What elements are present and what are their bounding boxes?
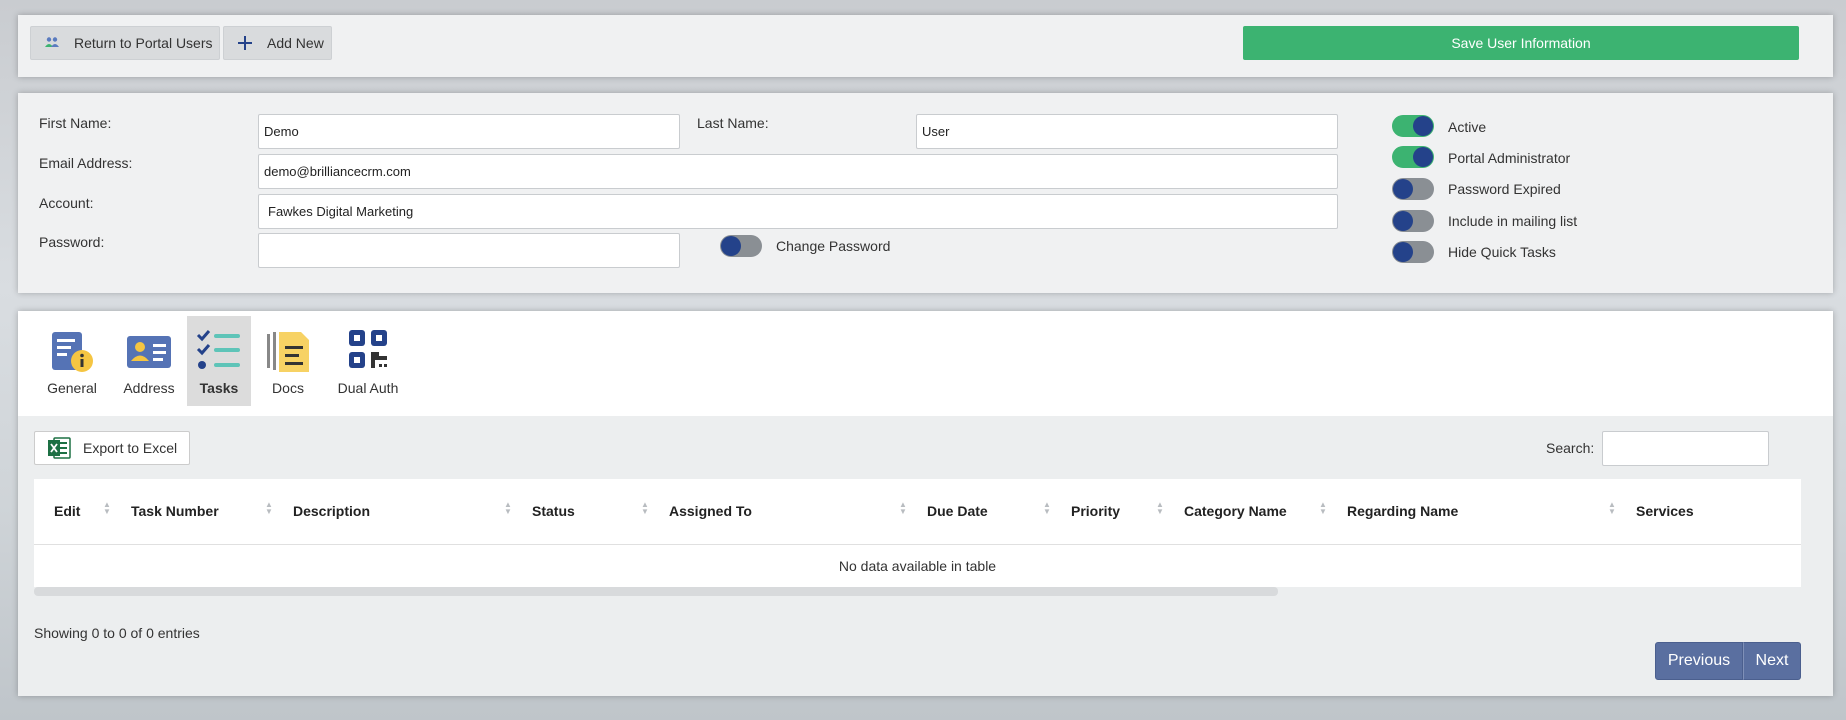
password-label: Password: [39, 234, 105, 250]
tab-docs[interactable]: Docs [256, 316, 320, 406]
portal-administrator-label: Portal Administrator [1448, 150, 1571, 166]
search-input[interactable] [1602, 431, 1769, 466]
column-header-due-date[interactable]: Due Date ▲ ▼ [907, 479, 1051, 545]
hide-quick-tasks-label: Hide Quick Tasks [1448, 244, 1556, 260]
password-expired-toggle[interactable] [1392, 178, 1434, 200]
sort-icon: ▲ ▼ [1608, 500, 1616, 516]
tasks-tab-content: Export to Excel Search: Edit ▲ ▼ Task Numb… [18, 416, 1833, 696]
previous-page-button[interactable]: Previous [1655, 642, 1743, 680]
toggle-knob [1393, 211, 1413, 231]
toggle-knob [1413, 116, 1433, 136]
account-input[interactable]: Fawkes Digital Marketing [258, 194, 1338, 229]
hide-quick-tasks-toggle[interactable] [1392, 241, 1434, 263]
table-info: Showing 0 to 0 of 0 entries [34, 625, 200, 641]
toggle-knob [1413, 147, 1433, 167]
tab-docs-label: Docs [272, 380, 304, 396]
sort-icon: ▲ ▼ [641, 500, 649, 516]
return-label: Return to Portal Users [74, 35, 213, 51]
export-to-excel-button[interactable]: Export to Excel [34, 431, 190, 465]
top-toolbar: Return to Portal Users Add New Save User… [18, 15, 1833, 77]
last-name-input[interactable]: User [916, 114, 1338, 149]
add-new-label: Add New [267, 35, 324, 51]
tab-tasks[interactable]: Tasks [187, 316, 251, 406]
empty-table-message: No data available in table [838, 557, 997, 574]
last-name-label: Last Name: [697, 115, 769, 131]
password-expired-label: Password Expired [1448, 181, 1561, 197]
include-in-mailing-list-label: Include in mailing list [1448, 213, 1578, 229]
toggle-knob [721, 236, 741, 256]
general-info-icon [52, 332, 93, 372]
include-in-mailing-list-toggle[interactable] [1392, 210, 1434, 232]
toggle-knob [1393, 179, 1413, 199]
tasks-table: Edit ▲ ▼ Task Number ▲ ▼ Description ▲ ▼ Statu… [34, 479, 1801, 587]
column-label: Priority [1071, 503, 1121, 520]
address-card-icon [127, 336, 171, 368]
tab-dual-auth-label: Dual Auth [337, 380, 399, 396]
account-label: Account: [39, 195, 94, 211]
change-password-toggle[interactable] [720, 235, 762, 257]
column-header-priority[interactable]: Priority ▲ ▼ [1051, 479, 1164, 545]
sort-icon: ▲ ▼ [504, 500, 512, 516]
detail-tabs-panel: General Address Tasks Docs Dual Auth Exp… [18, 311, 1833, 696]
sort-icon: ▲ ▼ [1156, 500, 1164, 516]
tab-bar: General Address Tasks Docs Dual Auth [18, 311, 1833, 416]
column-label: Status [532, 503, 575, 520]
column-header-task-number[interactable]: Task Number ▲ ▼ [111, 479, 273, 545]
column-header-status[interactable]: Status ▲ ▼ [512, 479, 649, 545]
column-label: Regarding Name [1347, 503, 1459, 520]
portal-administrator-toggle[interactable] [1392, 146, 1434, 168]
table-header-row: Edit ▲ ▼ Task Number ▲ ▼ Description ▲ ▼ Statu… [34, 479, 1801, 545]
column-header-category-name[interactable]: Category Name ▲ ▼ [1164, 479, 1327, 545]
plus-icon [236, 34, 254, 52]
save-user-information-button[interactable]: Save User Information [1243, 26, 1799, 60]
return-to-portal-users-button[interactable]: Return to Portal Users [30, 26, 220, 60]
column-label: Services [1636, 503, 1694, 520]
pagination: Previous Next [1655, 642, 1801, 680]
excel-icon [48, 437, 71, 459]
users-icon [43, 34, 61, 52]
tab-address-label: Address [123, 380, 175, 396]
horizontal-scrollbar[interactable] [34, 587, 1278, 596]
add-new-button[interactable]: Add New [223, 26, 332, 60]
search-label: Search: [1546, 440, 1595, 456]
sort-icon: ▲ ▼ [899, 500, 907, 516]
user-form: First Name: Demo Last Name: User Email A… [18, 93, 1833, 293]
password-input[interactable] [258, 233, 680, 268]
column-label: Description [293, 503, 371, 520]
column-label: Task Number [131, 503, 219, 520]
toggle-knob [1393, 242, 1413, 262]
column-label: Category Name [1184, 503, 1287, 520]
email-label: Email Address: [39, 155, 133, 171]
sort-icon: ▲ ▼ [265, 500, 273, 516]
next-page-button[interactable]: Next [1743, 642, 1801, 680]
active-toggle[interactable] [1392, 115, 1434, 137]
email-input[interactable]: demo@brilliancecrm.com [258, 154, 1338, 189]
tab-dual-auth[interactable]: Dual Auth [336, 316, 400, 406]
sort-icon: ▲ ▼ [1043, 500, 1051, 516]
column-header-services[interactable]: Services [1616, 479, 1801, 545]
column-header-regarding-name[interactable]: Regarding Name ▲ ▼ [1327, 479, 1616, 545]
sort-icon: ▲ ▼ [103, 500, 111, 516]
tab-address[interactable]: Address [117, 316, 181, 406]
export-label: Export to Excel [83, 440, 178, 456]
first-name-label: First Name: [39, 115, 112, 131]
tasks-checklist-icon [196, 330, 240, 369]
tab-tasks-label: Tasks [199, 380, 239, 396]
column-label: Assigned To [669, 503, 752, 520]
table-row: No data available in table [34, 544, 1801, 587]
qr-code-icon [349, 330, 387, 368]
docs-icon [267, 332, 309, 372]
tab-general[interactable]: General [40, 316, 104, 406]
change-password-label: Change Password [776, 238, 891, 254]
first-name-input[interactable]: Demo [258, 114, 680, 149]
column-header-description[interactable]: Description ▲ ▼ [273, 479, 512, 545]
sort-icon: ▲ ▼ [1319, 500, 1327, 516]
active-label: Active [1448, 119, 1487, 135]
column-header-edit[interactable]: Edit ▲ ▼ [34, 479, 111, 545]
column-label: Due Date [927, 503, 988, 520]
column-header-assigned-to[interactable]: Assigned To ▲ ▼ [649, 479, 907, 545]
tab-general-label: General [47, 380, 97, 396]
column-label: Edit [54, 503, 81, 520]
